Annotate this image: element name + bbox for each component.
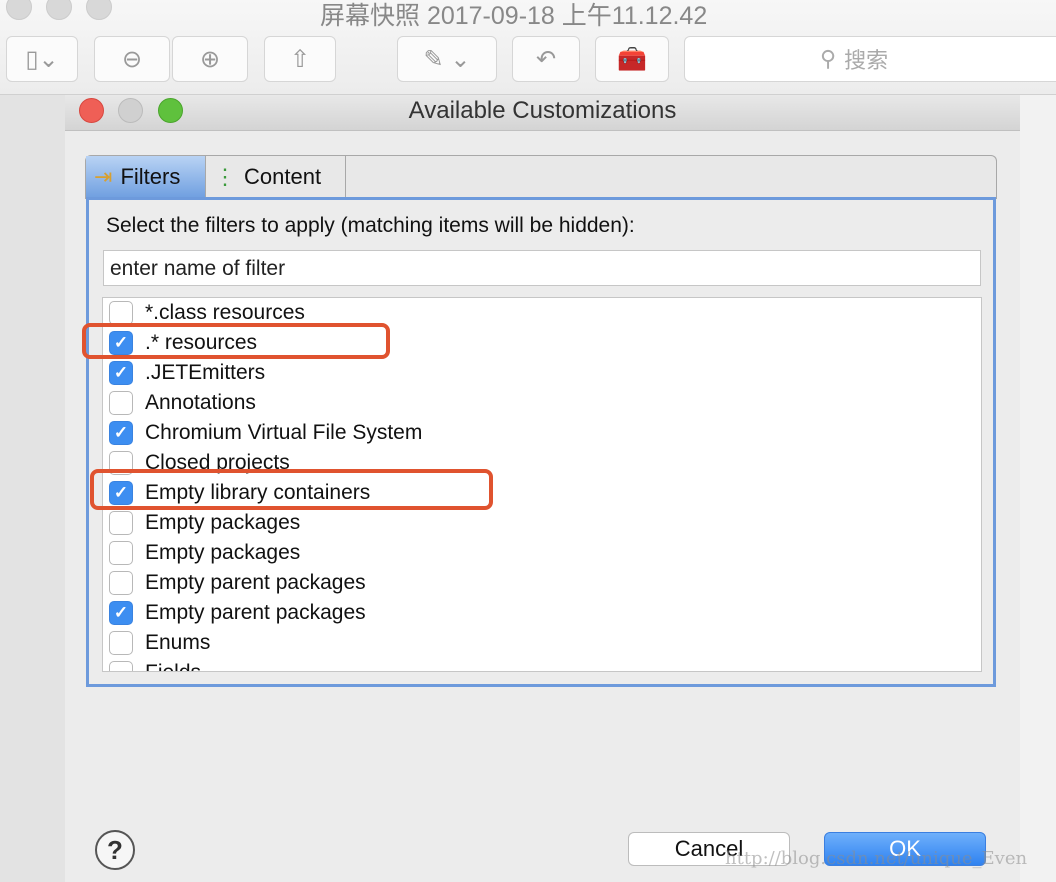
filter-item[interactable]: Empty parent packages (109, 568, 366, 598)
filter-item[interactable]: Annotations (109, 388, 256, 418)
filter-label: Empty parent packages (145, 601, 366, 624)
background-left (0, 95, 65, 882)
share-button[interactable]: ⇧ (264, 36, 336, 82)
dialog-titlebar: Available Customizations (65, 95, 1020, 131)
sidebar-icon: ▯⌄ (25, 45, 59, 73)
tree-icon: ⋮ (214, 164, 236, 189)
highlight-box (90, 469, 493, 510)
search-input[interactable]: ⚲ 搜索 (684, 36, 1056, 82)
markup-button[interactable]: ✎ ⌄ (397, 36, 497, 82)
help-button[interactable]: ? (95, 830, 135, 870)
filters-panel: Select the filters to apply (matching it… (86, 197, 996, 687)
close-window-button[interactable] (6, 0, 32, 20)
filter-label: Empty packages (145, 541, 301, 564)
tab-bar: ⇥ Filters ⋮ Content (85, 155, 997, 199)
checkbox[interactable] (109, 661, 133, 671)
search-placeholder: 搜索 (844, 48, 889, 73)
checkbox[interactable] (109, 631, 133, 655)
rotate-button[interactable]: ↶ (512, 36, 580, 82)
filter-item[interactable]: Enums (109, 628, 210, 658)
checkbox[interactable] (109, 301, 133, 325)
filter-label: Annotations (145, 391, 256, 414)
minimize-window-button[interactable] (46, 0, 72, 20)
filter-label: Empty packages (145, 511, 301, 534)
checkbox[interactable]: ✓ (109, 421, 133, 445)
filter-label: Enums (145, 631, 211, 654)
filter-item[interactable]: Empty packages (109, 538, 300, 568)
highlight-box (82, 323, 390, 359)
sidebar-toggle-button[interactable]: ▯⌄ (6, 36, 78, 82)
filter-item[interactable]: ✓ Empty parent packages (109, 598, 366, 628)
search-icon: ⚲ (820, 46, 837, 71)
filter-item[interactable]: Fields (109, 658, 201, 671)
checkbox[interactable]: ✓ (109, 601, 133, 625)
tab-label: Filters (120, 164, 181, 189)
dialog-title: Available Customizations (408, 97, 677, 124)
filter-label: .JETEmitters (145, 361, 266, 384)
filter-label: Fields (145, 661, 201, 671)
checkbox[interactable] (109, 541, 133, 565)
markup-icon: ✎ ⌄ (423, 45, 471, 73)
filter-label: Empty parent packages (145, 571, 366, 594)
share-icon: ⇧ (289, 45, 311, 73)
zoom-out-button[interactable]: ⊖ (94, 36, 170, 82)
filter-name-input[interactable]: enter name of filter (103, 250, 981, 286)
rotate-icon: ↶ (535, 45, 557, 73)
preview-window-toolbar: 屏幕快照 2017-09-18 上午11.12.42 ▯⌄ ⊖ ⊕ ⇧ ✎ ⌄ … (0, 0, 1056, 95)
toolbox-button[interactable]: 🧰 (595, 36, 669, 82)
filter-label: Chromium Virtual File System (145, 421, 423, 444)
filter-label: *.class resources (145, 301, 305, 324)
zoom-window-button[interactable] (86, 0, 112, 20)
filter-icon: ⇥ (94, 164, 113, 189)
tab-label: Content (244, 164, 322, 189)
window-title: 屏幕快照 2017-09-18 上午11.12.42 (320, 2, 708, 30)
checkbox[interactable] (109, 391, 133, 415)
checkbox[interactable]: ✓ (109, 361, 133, 385)
zoom-in-icon: ⊕ (199, 45, 221, 73)
watermark: http://blog.csdn.net/unique_Even (725, 848, 1028, 869)
instruction-text: Select the filters to apply (matching it… (106, 214, 635, 237)
tab-content[interactable]: ⋮ Content (206, 156, 346, 198)
filter-item[interactable]: Empty packages (109, 508, 300, 538)
zoom-out-icon: ⊖ (121, 45, 143, 73)
background-right (1020, 95, 1056, 882)
toolbox-icon: 🧰 (617, 45, 647, 73)
filter-item[interactable]: ✓ .JETEmitters (109, 358, 265, 388)
zoom-in-button[interactable]: ⊕ (172, 36, 248, 82)
help-icon: ? (107, 834, 123, 865)
tab-filters[interactable]: ⇥ Filters (86, 156, 206, 198)
checkbox[interactable] (109, 511, 133, 535)
filter-item[interactable]: ✓ Chromium Virtual File System (109, 418, 422, 448)
checkbox[interactable] (109, 571, 133, 595)
